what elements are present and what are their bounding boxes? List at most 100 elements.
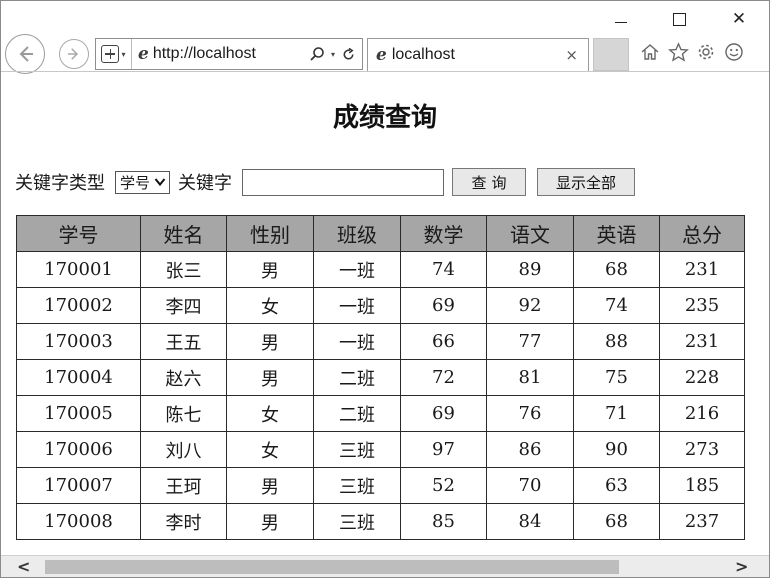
table-cell: 97: [400, 431, 487, 468]
back-button[interactable]: [5, 34, 45, 74]
header-math[interactable]: 数学: [400, 215, 487, 252]
close-icon: ✕: [731, 9, 747, 29]
table-cell: 69: [400, 395, 487, 432]
new-tab-button[interactable]: [593, 38, 629, 71]
table-cell: 235: [659, 287, 745, 324]
forward-icon: [68, 48, 79, 60]
table-cell: 赵六: [140, 359, 227, 396]
table-cell: 75: [573, 359, 660, 396]
header-gender[interactable]: 性别: [226, 215, 314, 252]
url-text[interactable]: http://localhost: [153, 45, 309, 63]
horizontal-scrollbar[interactable]: < >: [1, 555, 769, 577]
keyword-input[interactable]: [242, 168, 445, 196]
forward-button[interactable]: [59, 39, 89, 69]
table-cell: 女: [226, 287, 314, 324]
table-cell: 王五: [140, 323, 227, 360]
settings-gear-icon[interactable]: [695, 39, 717, 65]
close-window-button[interactable]: ✕: [719, 7, 759, 31]
table-cell: 女: [226, 431, 314, 468]
table-cell: 170001: [16, 251, 141, 288]
close-tab-icon[interactable]: ×: [565, 46, 578, 64]
minimize-button[interactable]: [601, 7, 641, 31]
search-icon[interactable]: [309, 46, 325, 62]
home-icon[interactable]: [639, 39, 661, 65]
table-cell: 刘八: [140, 431, 227, 468]
table-cell: 二班: [313, 359, 401, 396]
keyword-type-label: 关键字类型: [15, 173, 105, 194]
table-cell: 71: [573, 395, 660, 432]
address-bar[interactable]: ▾ e http://localhost ▾: [95, 38, 363, 70]
table-cell: 170006: [16, 431, 141, 468]
chevron-down-icon: [154, 178, 166, 187]
table-cell: 三班: [313, 467, 401, 504]
maximize-button[interactable]: [659, 7, 699, 31]
table-cell: 77: [486, 323, 574, 360]
table-cell: 70: [486, 467, 574, 504]
table-cell: 90: [573, 431, 660, 468]
table-cell: 170008: [16, 503, 141, 540]
tab-localhost[interactable]: e localhost ×: [367, 38, 589, 71]
favorites-star-icon[interactable]: [667, 39, 689, 65]
table-cell: 男: [226, 467, 314, 504]
table-cell: 76: [486, 395, 574, 432]
table-row: 170006 刘八 女 三班 97 86 90 273: [16, 431, 745, 468]
table-cell: 92: [486, 287, 574, 324]
chevron-down-icon: ▾: [121, 49, 126, 59]
table-row: 170003 王五 男 一班 66 77 88 231: [16, 323, 745, 360]
table-cell: 52: [400, 467, 487, 504]
table-cell: 男: [226, 359, 314, 396]
table-cell: 170002: [16, 287, 141, 324]
table-cell: 74: [573, 287, 660, 324]
table-cell: 84: [486, 503, 574, 540]
grades-table: 学号 姓名 性别 班级 数学 语文 英语 总分 170001 张三 男 一班 7…: [16, 215, 745, 540]
table-cell: 男: [226, 323, 314, 360]
show-all-button[interactable]: 显示全部: [537, 168, 636, 196]
header-total[interactable]: 总分: [659, 215, 745, 252]
table-cell: 68: [573, 503, 660, 540]
header-chinese[interactable]: 语文: [486, 215, 574, 252]
table-cell: 89: [486, 251, 574, 288]
table-cell: 170004: [16, 359, 141, 396]
keyword-type-select[interactable]: 学号: [115, 170, 171, 194]
scroll-right-icon[interactable]: >: [735, 557, 748, 576]
smiley-feedback-icon[interactable]: [723, 39, 745, 65]
dropdown-icon[interactable]: ▾: [331, 50, 335, 59]
table-cell: 张三: [140, 251, 227, 288]
table-cell: 170005: [16, 395, 141, 432]
table-row: 170002 李四 女 一班 69 92 74 235: [16, 287, 745, 324]
table-cell: 一班: [313, 323, 401, 360]
table-cell: 一班: [313, 251, 401, 288]
table-header-row: 学号 姓名 性别 班级 数学 语文 英语 总分: [16, 215, 745, 252]
back-icon: [19, 46, 33, 62]
table-row: 170004 赵六 男 二班 72 81 75 228: [16, 359, 745, 396]
compatibility-button[interactable]: ▾: [96, 39, 132, 69]
ie-logo-icon: e: [376, 44, 387, 65]
table-cell: 170007: [16, 467, 141, 504]
table-cell: 228: [659, 359, 745, 396]
table-cell: 63: [573, 467, 660, 504]
header-class[interactable]: 班级: [313, 215, 401, 252]
scrollbar-thumb[interactable]: [45, 560, 619, 574]
table-cell: 王珂: [140, 467, 227, 504]
table-cell: 一班: [313, 287, 401, 324]
header-student-id[interactable]: 学号: [16, 215, 141, 252]
toolbar-divider: [1, 71, 769, 72]
header-english[interactable]: 英语: [573, 215, 660, 252]
table-cell: 66: [400, 323, 487, 360]
table-cell: 李四: [140, 287, 227, 324]
table-cell: 74: [400, 251, 487, 288]
table-cell: 273: [659, 431, 745, 468]
table-row: 170007 王珂 男 三班 52 70 63 185: [16, 467, 745, 504]
table-cell: 三班: [313, 503, 401, 540]
table-cell: 81: [486, 359, 574, 396]
scroll-left-icon[interactable]: <: [17, 557, 30, 576]
table-cell: 185: [659, 467, 745, 504]
query-button[interactable]: 查询: [452, 168, 527, 196]
search-form: 关键字类型 学号 关键字 查询 显示全部: [15, 167, 636, 197]
keyword-type-selected: 学号: [120, 173, 151, 192]
refresh-icon[interactable]: [341, 47, 356, 62]
table-cell: 69: [400, 287, 487, 324]
header-name[interactable]: 姓名: [140, 215, 227, 252]
ie-logo-icon: e: [138, 43, 149, 64]
table-cell: 男: [226, 251, 314, 288]
